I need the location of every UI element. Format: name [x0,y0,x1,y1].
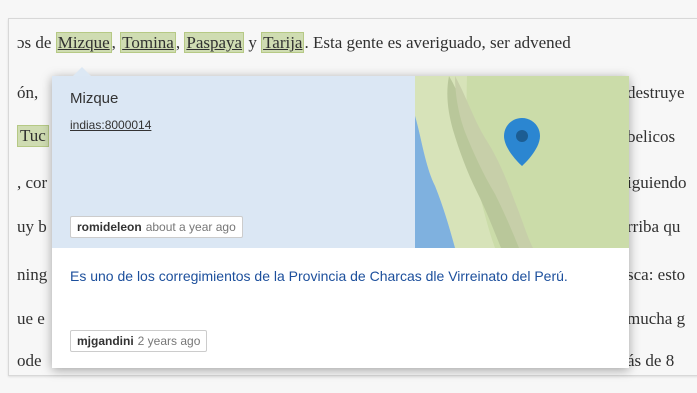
header-time: about a year ago [145,220,236,234]
footer-author[interactable]: mjgandini [77,334,134,348]
header-author[interactable]: romideleon [77,220,142,234]
popup-description: Es uno de los corregimientos de la Provi… [70,268,568,284]
popup-id-link[interactable]: indias:8000014 [70,118,151,132]
footer-time: 2 years ago [137,334,201,348]
annotation-popup: Mizque indias:8000014 romideleon about a … [52,67,629,368]
header-author-badge: romideleon about a year ago [70,216,243,238]
footer-author-badge: mjgandini 2 years ago [70,330,208,352]
map-thumbnail[interactable] [415,76,629,248]
popup-header: Mizque indias:8000014 romideleon about a … [52,76,629,248]
popup-title: Mizque [70,90,119,107]
